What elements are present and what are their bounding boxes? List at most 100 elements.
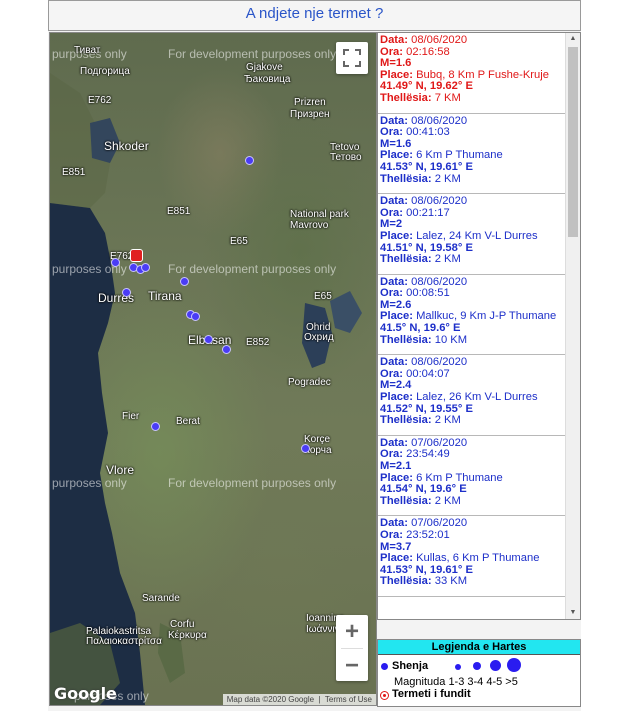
depth-value: 10 KM xyxy=(434,333,468,346)
depth-label: Thellësia: xyxy=(380,91,432,104)
time-value: 23:54:49 xyxy=(406,448,450,461)
place-label: E65 xyxy=(230,236,248,247)
magnitude-5-plus-dot-icon xyxy=(507,658,521,672)
depth-value: 7 KM xyxy=(434,91,461,104)
depth-value: 33 KM xyxy=(434,575,468,588)
sea-area xyxy=(50,33,362,705)
earthquake-entry[interactable]: Data: 07/06/2020 Ora: 23:52:01 M=3.7 Pla… xyxy=(378,516,565,597)
map-data-credit: Map data ©2020 Google xyxy=(226,695,315,704)
place-value: Lalez, 24 Km V-L Durres xyxy=(416,229,538,242)
earthquake-list[interactable]: Data: 08/06/2020 Ora: 02:16:58 M=1.6 Pla… xyxy=(377,32,581,620)
date-label: Data: xyxy=(380,275,408,288)
terms-of-use-link[interactable]: Terms of Use xyxy=(325,695,372,704)
earthquake-entry[interactable]: Data: 08/06/2020 Ora: 00:41:03 M=1.6 Pla… xyxy=(378,114,565,195)
place-label: Тиват xyxy=(74,45,101,56)
time-label: Ora: xyxy=(380,528,404,541)
magnitude-value: M=2.4 xyxy=(380,379,412,392)
quake-marker[interactable] xyxy=(111,258,120,267)
place-label: Place: xyxy=(380,149,413,162)
earthquake-entry[interactable]: Data: 08/06/2020 Ora: 00:21:17 M=2 Place… xyxy=(378,194,565,275)
date-label: Data: xyxy=(380,114,408,127)
place-value: 6 Km P Thumane xyxy=(416,149,503,162)
quake-marker[interactable] xyxy=(141,263,150,272)
place-label: E851 xyxy=(167,206,191,217)
coordinates: 41.49° N, 19.62° E xyxy=(380,80,473,93)
earthquake-entries: Data: 08/06/2020 Ora: 02:16:58 M=1.6 Pla… xyxy=(378,33,565,597)
depth-label: Thellësia: xyxy=(380,414,432,427)
time-label: Ora: xyxy=(380,45,404,58)
legend-symbol-text: Shenja xyxy=(392,660,429,672)
scrollbar-thumb[interactable] xyxy=(568,47,578,237)
time-label: Ora: xyxy=(380,287,404,300)
place-label: E762 xyxy=(88,95,112,106)
quake-marker[interactable] xyxy=(122,288,131,297)
coordinates: 41.51° N, 19.58° E xyxy=(380,241,473,254)
latest-quake-marker[interactable] xyxy=(130,249,143,262)
time-label: Ora: xyxy=(380,448,404,461)
magnitude-3-4-dot-icon xyxy=(473,662,481,670)
scroll-up-icon[interactable]: ▲ xyxy=(566,33,580,45)
place-label: Berat xyxy=(176,416,200,427)
quake-marker[interactable] xyxy=(245,156,254,165)
latest-quake-legend-icon xyxy=(380,691,389,700)
place-label: Pogradec xyxy=(288,377,331,388)
time-label: Ora: xyxy=(380,126,404,139)
place-label: E851 xyxy=(62,167,86,178)
map[interactable]: purposes only For development purposes o… xyxy=(49,32,377,706)
date-value: 08/06/2020 xyxy=(411,195,468,208)
fullscreen-button[interactable] xyxy=(336,42,368,74)
place-value: 6 Km P Thumane xyxy=(416,471,503,484)
place-label: National park Mavrovo xyxy=(290,209,349,231)
place-label: Охрид xyxy=(304,332,334,343)
place-label: Place: xyxy=(380,471,413,484)
place-label: Тетово xyxy=(330,152,362,163)
zoom-out-button[interactable]: − xyxy=(336,649,368,682)
coordinates: 41.53° N, 19.61° E xyxy=(380,563,473,576)
depth-value: 2 KM xyxy=(434,494,461,507)
legend-magnitude-label: Magnituda xyxy=(394,676,446,688)
place-label: Sarande xyxy=(142,593,180,604)
earthquake-entry[interactable]: Data: 08/06/2020 Ora: 00:08:51 M=2.6 Pla… xyxy=(378,275,565,356)
date-value: 07/06/2020 xyxy=(411,436,468,449)
legend-latest-text: Termeti i fundit xyxy=(392,688,471,700)
scroll-down-icon[interactable]: ▼ xyxy=(566,607,580,619)
place-label: Prizren xyxy=(294,97,326,108)
magnitude-value: M=2.1 xyxy=(380,460,412,472)
time-label: Ora: xyxy=(380,367,404,380)
google-logo[interactable]: Google xyxy=(54,684,117,703)
time-label: Ora: xyxy=(380,206,404,219)
quake-marker[interactable] xyxy=(151,422,160,431)
coordinates: 41.54° N, 19.6° E xyxy=(380,483,467,496)
date-label: Data: xyxy=(380,195,408,208)
place-label: E65 xyxy=(314,291,332,302)
place-label: Подгорица xyxy=(80,66,130,77)
earthquake-entry[interactable]: Data: 07/06/2020 Ora: 23:54:49 M=2.1 Pla… xyxy=(378,436,565,517)
legend-magnitude-ranges: 1-3 3-4 4-5 >5 xyxy=(448,676,518,688)
earthquake-entry[interactable]: Data: 08/06/2020 Ora: 00:04:07 M=2.4 Pla… xyxy=(378,355,565,436)
place-label: E852 xyxy=(246,337,270,348)
coordinates: 41.52° N, 19.55° E xyxy=(380,402,473,415)
quake-marker[interactable] xyxy=(180,277,189,286)
place-value: Bubq, 8 Km P Fushe-Kruje xyxy=(416,68,549,81)
legend-latest-label: Termeti i fundit xyxy=(392,688,471,700)
place-label: Place: xyxy=(380,391,413,404)
time-value: 00:21:17 xyxy=(406,206,450,219)
earthquake-entry-latest[interactable]: Data: 08/06/2020 Ora: 02:16:58 M=1.6 Pla… xyxy=(378,33,565,114)
quake-marker[interactable] xyxy=(222,345,231,354)
quake-marker[interactable] xyxy=(301,444,310,453)
quake-marker[interactable] xyxy=(204,335,213,344)
coordinates: 41.5° N, 19.6° E xyxy=(380,322,461,335)
date-label: Data: xyxy=(380,356,408,369)
date-value: 07/06/2020 xyxy=(411,517,468,530)
quake-marker[interactable] xyxy=(191,312,200,321)
magnitude-value: M=1.6 xyxy=(380,137,412,150)
watermark: For development purposes only xyxy=(168,476,337,490)
list-scrollbar[interactable]: ▲ ▼ xyxy=(565,33,580,619)
place-label: Shkoder xyxy=(104,139,149,153)
depth-label: Thellësia: xyxy=(380,333,432,346)
watermark: For development purposes only xyxy=(168,47,337,61)
time-value: 23:52:01 xyxy=(406,528,450,541)
zoom-in-button[interactable]: + xyxy=(336,615,368,648)
depth-label: Thellësia: xyxy=(380,253,432,266)
place-label: Παλαιοκαστρίτσα xyxy=(86,636,162,647)
